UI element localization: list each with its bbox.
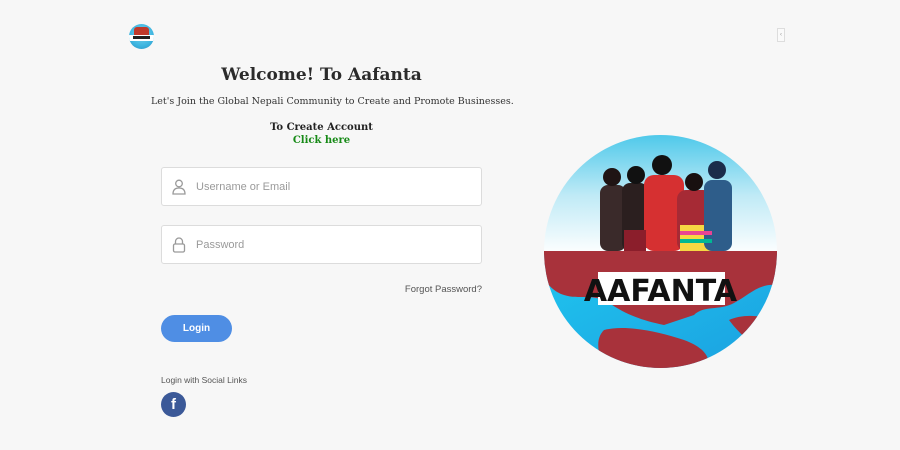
social-login-label: Login with Social Links [161, 375, 247, 385]
forgot-password-link[interactable]: Forgot Password? [405, 284, 482, 295]
login-button[interactable]: Login [161, 315, 232, 342]
logo-band-text [133, 36, 150, 39]
username-field[interactable] [161, 167, 482, 206]
user-icon [172, 179, 186, 195]
collapse-toggle-button[interactable]: ‹ [777, 28, 785, 42]
create-account-link[interactable]: Click here [161, 135, 482, 146]
password-input[interactable] [196, 226, 476, 263]
page-subtitle: Let's Join the Global Nepali Community t… [151, 96, 514, 107]
logo-people [134, 27, 149, 35]
page-title: Welcome! To Aafanta [221, 65, 422, 85]
aafanta-logo-icon[interactable] [129, 24, 154, 49]
hero-illustration: AAFANTA [544, 135, 777, 368]
username-input[interactable] [196, 168, 476, 205]
lock-icon [172, 237, 186, 253]
create-account-label: To Create Account [270, 122, 373, 133]
hero-brand-text: AAFANTA [584, 274, 738, 309]
aafanta-hero-image: AAFANTA [544, 135, 777, 368]
facebook-icon[interactable]: f [161, 392, 186, 417]
password-field[interactable] [161, 225, 482, 264]
